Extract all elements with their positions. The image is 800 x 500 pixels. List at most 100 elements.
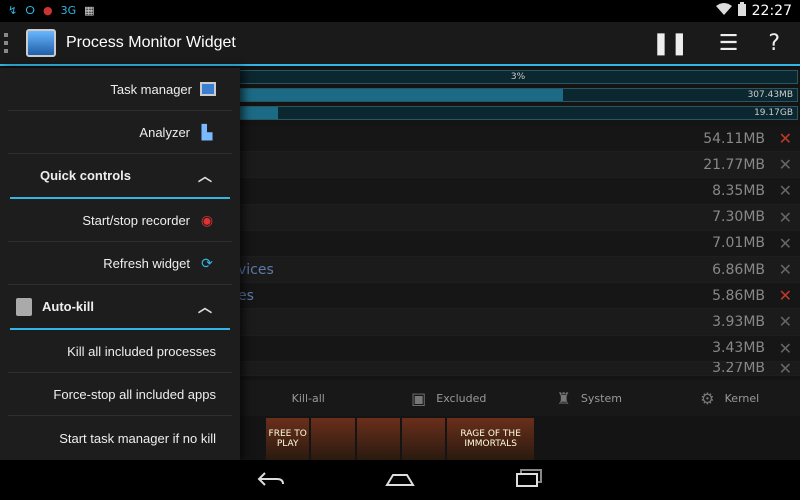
drawer-item-label: Start/stop recorder <box>82 212 190 228</box>
process-name: vices <box>238 261 274 278</box>
ad-tile: FREE TO PLAY <box>266 418 310 460</box>
status-right: 22:27 <box>715 2 792 20</box>
memory-usage-fill <box>239 89 563 101</box>
home-icon[interactable] <box>385 468 415 493</box>
process-row[interactable]: 3.93MB ✕ <box>238 309 800 336</box>
drawer-item-kill-all-included[interactable]: Kill all included processes <box>8 330 232 373</box>
kill-process-icon[interactable]: ✕ <box>779 181 792 200</box>
trash-icon <box>16 297 32 316</box>
drawer-indicator-icon[interactable] <box>4 33 14 53</box>
analyzer-icon: ▙ <box>201 123 213 140</box>
process-memory: 3.93MB <box>712 313 765 330</box>
section-title: Auto-kill <box>42 299 94 314</box>
kernel-icon: ⚙ <box>700 388 715 408</box>
process-row[interactable]: 54.11MB ✕ <box>238 126 800 153</box>
process-name: es <box>238 287 254 304</box>
section-auto-kill[interactable]: Auto-kill ︿ <box>10 285 230 330</box>
voicemail-icon: ⵔ <box>25 4 35 17</box>
kill-process-icon[interactable]: ✕ <box>779 312 792 331</box>
back-icon[interactable] <box>257 468 285 493</box>
hotspot-icon: ↯ <box>8 4 18 17</box>
drawer-item-label: Analyzer <box>139 124 190 140</box>
drawer-item-label: Force-stop all included apps <box>53 386 216 402</box>
monitor-icon <box>200 82 216 96</box>
barcode-icon: ▦ <box>84 4 95 17</box>
record-icon: ◉ <box>200 211 214 228</box>
drawer-item-label: Refresh widget <box>103 255 190 271</box>
system-nav-bar <box>0 460 800 500</box>
chevron-up-icon: ︿ <box>198 298 212 315</box>
section-title: Quick controls <box>40 168 132 183</box>
process-row[interactable]: es 5.86MB ✕ <box>238 283 800 310</box>
cpu-usage-bar: 3% <box>238 70 798 84</box>
drawer-item-task-manager[interactable]: Task manager <box>8 68 232 111</box>
drawer-item-start-task-manager[interactable]: Start task manager if no kill <box>8 416 232 446</box>
kill-process-icon[interactable]: ✕ <box>779 286 792 305</box>
pause-icon[interactable]: ❚❚ <box>652 31 689 56</box>
process-row[interactable]: 3.27MB ✕ <box>238 361 800 376</box>
clock: 22:27 <box>751 3 792 19</box>
process-memory: 54.11MB <box>703 130 765 147</box>
process-row[interactable]: 3.43MB ✕ <box>238 335 800 362</box>
app-logo-icon[interactable] <box>26 29 56 57</box>
recent-apps-icon[interactable] <box>515 468 543 493</box>
help-icon[interactable]: ? <box>768 31 780 56</box>
navigation-drawer: Task manager Analyzer ▙ Quick controls ︿… <box>0 68 240 460</box>
memory-usage-label: 307.43MB <box>747 90 793 100</box>
wifi-icon <box>715 3 732 19</box>
excluded-label: Excluded <box>436 391 487 405</box>
action-bar-buttons: ❚❚ ☰ ? <box>652 31 780 56</box>
battery-icon <box>737 2 746 20</box>
drawer-item-label: Kill all included processes <box>67 343 216 359</box>
kill-process-icon[interactable]: ✕ <box>779 362 792 375</box>
action-bar: Process Monitor Widget ❚❚ ☰ ? <box>0 22 800 66</box>
app-title: Process Monitor Widget <box>66 34 236 51</box>
drawer-item-refresh-widget[interactable]: Refresh widget ⟳ <box>8 242 232 285</box>
cpu-usage-label: 3% <box>510 72 526 82</box>
ad-banner[interactable]: FREE TO PLAY RAGE OF THE IMMORTALS <box>266 418 534 460</box>
system-label: System <box>580 391 622 405</box>
tab-kernel[interactable]: ⚙ Kernel <box>660 380 800 416</box>
kill-process-icon[interactable]: ✕ <box>779 155 792 174</box>
process-memory: 8.35MB <box>712 182 765 199</box>
settings-sliders-icon[interactable]: ☰ <box>719 31 739 56</box>
android-icon: ♜ <box>556 388 571 408</box>
memory-usage-bar: 307.43MB <box>238 88 798 102</box>
process-memory: 3.43MB <box>712 340 765 357</box>
screen: ↯ ⵔ ● 3G ▦ 22:27 Process Monitor Widget … <box>0 0 800 500</box>
excluded-icon: ▣ <box>411 388 427 408</box>
refresh-icon: ⟳ <box>201 254 213 271</box>
tab-system[interactable]: ♜ System <box>519 380 660 416</box>
drawer-item-label: Start task manager if no kill <box>59 431 216 446</box>
process-memory: 6.86MB <box>712 261 765 278</box>
drawer-item-analyzer[interactable]: Analyzer ▙ <box>8 111 232 154</box>
filter-tabs: Kill-all ▣ Excluded ♜ System ⚙ Kernel <box>238 380 800 416</box>
process-memory: 5.86MB <box>712 287 765 304</box>
ad-tile: RAGE OF THE IMMORTALS <box>447 418 534 460</box>
status-left-icons: ↯ ⵔ ● 3G ▦ <box>8 4 95 18</box>
tab-excluded[interactable]: ▣ Excluded <box>379 380 520 416</box>
status-bar: ↯ ⵔ ● 3G ▦ 22:27 <box>0 0 800 22</box>
process-row[interactable]: 7.01MB ✕ <box>238 230 800 257</box>
drawer-item-label: Task manager <box>110 81 192 97</box>
process-row[interactable]: vices 6.86MB ✕ <box>238 256 800 284</box>
kill-process-icon[interactable]: ✕ <box>779 208 792 227</box>
storage-usage-label: 19.17GB <box>754 108 793 118</box>
kill-process-icon[interactable]: ✕ <box>779 234 792 253</box>
process-row[interactable]: 21.77MB ✕ <box>238 152 800 179</box>
process-row[interactable]: 7.30MB ✕ <box>238 204 800 231</box>
section-quick-controls[interactable]: Quick controls ︿ <box>10 154 230 199</box>
kill-process-icon[interactable]: ✕ <box>779 129 792 148</box>
storage-usage-fill <box>239 107 279 119</box>
drawer-item-force-stop-all[interactable]: Force-stop all included apps <box>8 373 232 416</box>
3g-icon: 3G <box>60 4 77 17</box>
ad-tile <box>356 418 400 460</box>
kill-process-icon[interactable]: ✕ <box>779 339 792 358</box>
process-row[interactable]: 8.35MB ✕ <box>238 178 800 205</box>
kernel-label: Kernel <box>724 391 760 405</box>
drawer-item-start-stop-recorder[interactable]: Start/stop recorder ◉ <box>8 199 232 242</box>
tab-kill-all[interactable]: Kill-all <box>238 380 379 416</box>
process-memory: 7.01MB <box>712 235 765 252</box>
kill-process-icon[interactable]: ✕ <box>779 260 792 279</box>
process-list: 54.11MB ✕ 21.77MB ✕ 8.35MB ✕ 7.30MB ✕ 7.01MB… <box>238 126 800 376</box>
